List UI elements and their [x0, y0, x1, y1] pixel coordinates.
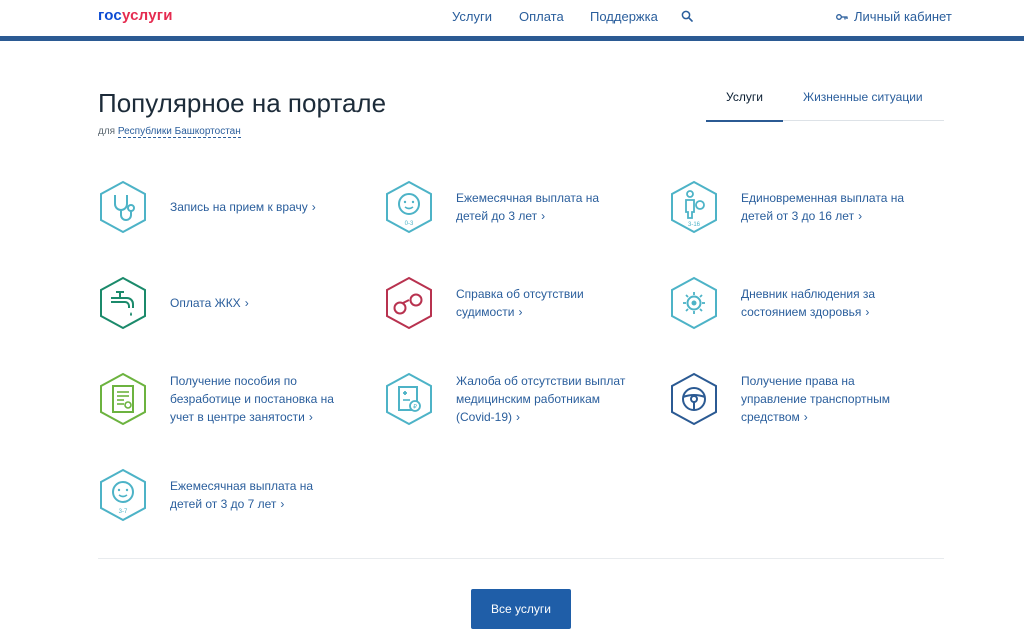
region-link[interactable]: Республики Башкортостан	[117, 126, 241, 138]
cabinet-label: Личный кабинет	[854, 9, 952, 24]
nav-item-services[interactable]: Услуги	[452, 9, 492, 24]
steering-wheel-icon	[671, 372, 717, 426]
personal-cabinet-link[interactable]: Личный кабинет	[836, 9, 952, 24]
service-label: Жалоба об отсутствии выплат медицинским …	[456, 374, 626, 424]
virus-icon	[671, 276, 717, 330]
service-label: Единовременная выплата на детей от 3 до …	[741, 191, 904, 223]
handcuffs-icon	[386, 276, 432, 330]
service-monthly-0-3[interactable]: 0-3 Ежемесячная выплата на детей до 3 ле…	[384, 180, 626, 234]
document-icon	[100, 372, 146, 426]
nav-item-support[interactable]: Поддержка	[590, 9, 658, 24]
age-badge: 3-16	[688, 222, 701, 228]
service-label: Дневник наблюдения за состоянием здоровь…	[741, 287, 876, 319]
gosuslugi-logo[interactable]: госуслуги	[98, 7, 173, 24]
age-badge: 0-3	[405, 221, 414, 227]
tab-life-situations[interactable]: Жизненные ситуации	[803, 90, 923, 104]
stethoscope-icon	[100, 180, 146, 234]
logo-part-uslugi: услуги	[121, 7, 173, 24]
service-unemployment-benefit[interactable]: Получение пособия по безработице и поста…	[98, 372, 340, 426]
medical-card-icon: ₽	[386, 372, 432, 426]
all-services-button[interactable]: Все услуги	[471, 589, 571, 629]
service-label: Получение права на управление транспортн…	[741, 374, 891, 424]
service-covid-complaint[interactable]: ₽ Жалоба об отсутствии выплат медицински…	[384, 372, 626, 426]
tab-services[interactable]: Услуги	[726, 90, 763, 104]
service-criminal-record[interactable]: Справка об отсутствии судимости ›	[384, 276, 626, 330]
faucet-icon	[100, 276, 146, 330]
service-utilities-payment[interactable]: Оплата ЖКХ ›	[98, 276, 340, 330]
region-prefix: для	[98, 126, 116, 137]
service-health-diary[interactable]: Дневник наблюдения за состоянием здоровь…	[669, 276, 911, 330]
nav-item-payment[interactable]: Оплата	[519, 9, 564, 24]
page-title: Популярное на портале	[98, 88, 387, 118]
service-lump-3-16[interactable]: 3-16 Единовременная выплата на детей от …	[669, 180, 911, 234]
baby-0-3-icon: 0-3	[386, 180, 432, 234]
section-divider	[98, 558, 944, 559]
tabs: Услуги Жизненные ситуации	[706, 88, 944, 122]
service-doctor-appointment[interactable]: Запись на прием к врачу ›	[98, 180, 340, 234]
service-driving-license[interactable]: Получение права на управление транспортн…	[669, 372, 911, 426]
active-tab-indicator	[706, 120, 783, 122]
service-monthly-3-7[interactable]: 3-7 Ежемесячная выплата на детей от 3 до…	[98, 468, 340, 522]
search-icon[interactable]	[681, 10, 693, 22]
header-bar	[0, 36, 1024, 41]
key-icon	[836, 13, 848, 20]
service-label: Запись на прием к врачу	[170, 200, 308, 214]
logo-part-gos: гос	[98, 7, 122, 24]
region-line: для Республики Башкортостан	[98, 126, 241, 138]
top-header: госуслуги Услуги Оплата Поддержка Личный…	[0, 0, 1024, 36]
service-label: Оплата ЖКХ	[170, 296, 241, 310]
service-label: Ежемесячная выплата на детей до 3 лет	[456, 191, 600, 223]
service-label: Ежемесячная выплата на детей от 3 до 7 л…	[170, 479, 314, 511]
svg-text:₽: ₽	[413, 404, 417, 411]
age-badge: 3-7	[119, 509, 128, 515]
child-3-16-icon: 3-16	[671, 180, 717, 234]
baby-3-7-icon: 3-7	[100, 468, 146, 522]
